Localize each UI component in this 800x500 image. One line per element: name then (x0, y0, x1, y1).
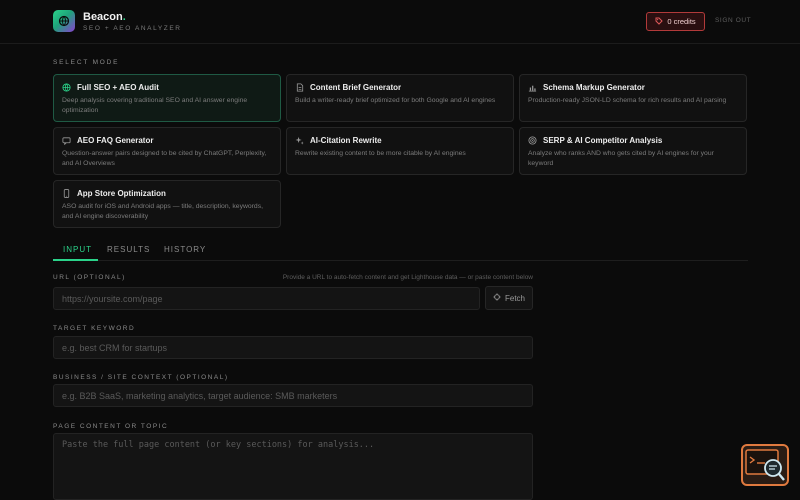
mode-title: Schema Markup Generator (543, 83, 645, 92)
brand-dot: . (122, 11, 126, 23)
mode-title: SERP & AI Competitor Analysis (543, 136, 663, 145)
tab-results[interactable]: RESULTS (107, 245, 150, 254)
mode-title: Full SEO + AEO Audit (77, 83, 159, 92)
url-hint: Provide a URL to auto-fetch content and … (282, 274, 533, 281)
mode-title: AI-Citation Rewrite (310, 136, 382, 145)
chart-icon (528, 83, 537, 92)
credits-button[interactable]: 0 credits (646, 12, 705, 31)
content-textarea[interactable] (53, 433, 533, 500)
phone-icon (62, 189, 71, 198)
helper-widget-button[interactable] (741, 444, 789, 486)
tab-input[interactable]: INPUT (63, 245, 92, 254)
credits-label: 0 credits (667, 17, 696, 26)
mode-description: Question-answer pairs designed to be cit… (62, 150, 267, 167)
magnifier-terminal-icon (745, 449, 785, 481)
app-header: Beacon. SEO + AEO ANALYZER 0 credits SIG… (0, 0, 800, 44)
mode-card-content-brief[interactable]: Content Brief Generator Build a writer-r… (286, 74, 514, 122)
sign-out-link[interactable]: SIGN OUT (715, 17, 751, 24)
mode-card-app-store[interactable]: App Store Optimization ASO audit for iOS… (53, 180, 281, 228)
mode-card-schema[interactable]: Schema Markup Generator Production-ready… (519, 74, 747, 122)
url-input[interactable] (53, 287, 480, 310)
mode-description: Analyze who ranks AND who gets cited by … (528, 150, 714, 167)
context-label: BUSINESS / SITE CONTEXT (OPTIONAL) (53, 374, 229, 381)
mode-title: Content Brief Generator (310, 83, 402, 92)
fetch-label: Fetch (504, 293, 525, 303)
keyword-input[interactable] (53, 336, 533, 359)
brand-name-text: Beacon (83, 11, 123, 23)
mode-title: App Store Optimization (77, 189, 166, 198)
globe-icon (62, 83, 71, 92)
chat-icon (62, 136, 71, 145)
mode-card-faq[interactable]: AEO FAQ Generator Question-answer pairs … (53, 127, 281, 175)
fetch-button[interactable]: Fetch (485, 286, 533, 310)
sparkle-icon (295, 136, 304, 145)
tab-divider (53, 260, 748, 261)
crosshair-icon (493, 293, 501, 303)
mode-description: Rewrite existing content to be more cita… (295, 150, 466, 157)
mode-title: AEO FAQ Generator (77, 136, 154, 145)
mode-description: Production-ready JSON-LD schema for rich… (528, 97, 727, 104)
target-icon (528, 136, 537, 145)
mode-card-serp[interactable]: SERP & AI Competitor Analysis Analyze wh… (519, 127, 747, 175)
beacon-logo-icon (53, 10, 75, 32)
mode-description: ASO audit for iOS and Android apps — tit… (62, 203, 263, 220)
mode-card-full-audit[interactable]: Full SEO + AEO Audit Deep analysis cover… (53, 74, 281, 122)
mode-card-ai-citation[interactable]: AI-Citation Rewrite Rewrite existing con… (286, 127, 514, 175)
document-icon (295, 83, 304, 92)
select-mode-label: SELECT MODE (53, 59, 120, 66)
content-label: PAGE CONTENT OR TOPIC (53, 423, 169, 430)
context-input[interactable] (53, 384, 533, 407)
mode-description: Build a writer-ready brief optimized for… (295, 97, 496, 104)
keyword-label: TARGET KEYWORD (53, 325, 136, 332)
mode-description: Deep analysis covering traditional SEO a… (62, 97, 248, 114)
tab-history[interactable]: HISTORY (164, 245, 206, 254)
brand-name: Beacon. (83, 11, 126, 23)
url-label: URL (OPTIONAL) (53, 274, 126, 281)
brand-tagline: SEO + AEO ANALYZER (83, 25, 182, 32)
active-tab-indicator (53, 259, 98, 261)
tag-icon (655, 17, 664, 27)
